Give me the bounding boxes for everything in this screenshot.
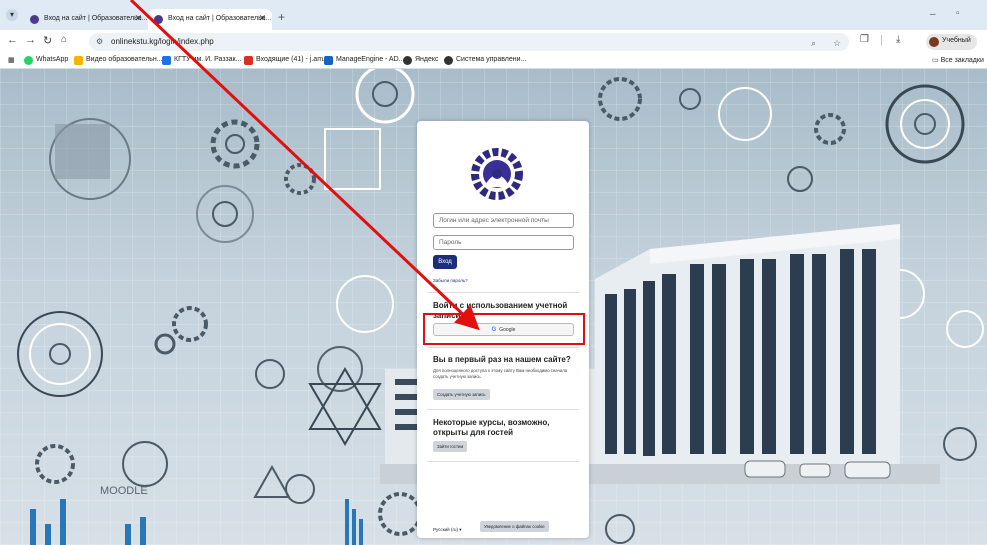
annotation-arrow-icon <box>129 0 480 331</box>
